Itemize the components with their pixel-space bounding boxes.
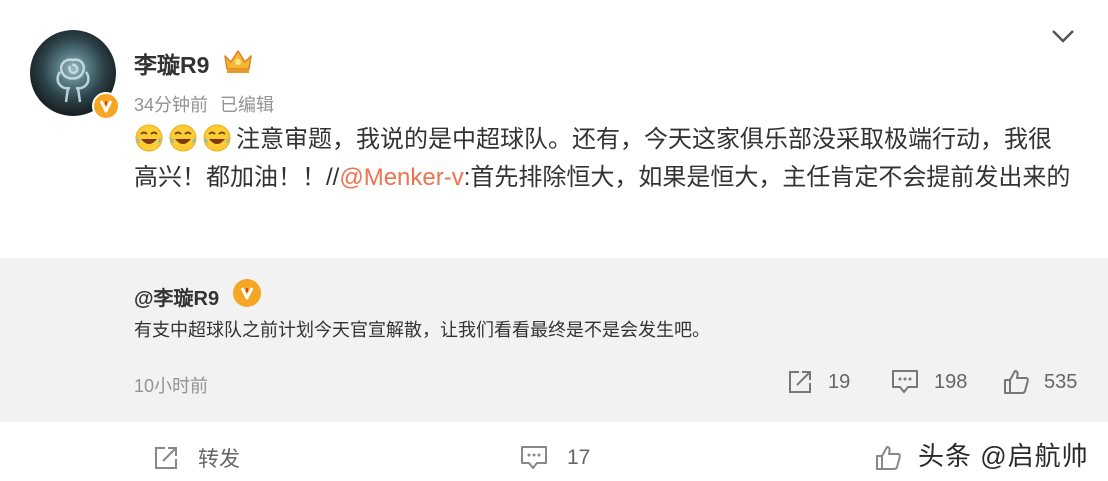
post-time[interactable]: 34分钟前: [134, 95, 208, 115]
member-crown-icon[interactable]: [222, 47, 254, 75]
verified-badge-icon: [233, 279, 261, 307]
watermark: 头条 @启航帅: [918, 441, 1089, 471]
share-button[interactable]: 转发: [152, 442, 240, 474]
thumbs-up-icon: [1004, 370, 1029, 394]
post-content: 注意审题，我说的是中超球队。还有，今天这家俱乐部没采取极端行动，我很高兴！都加油…: [134, 121, 1074, 197]
post-text-quoted: :首先排除恒大，如果是恒大，主任肯定不会提前发出来的: [463, 164, 1071, 191]
repost-author[interactable]: @李璇R9: [134, 282, 219, 311]
repost-time[interactable]: 10小时前: [134, 372, 208, 398]
comment-count: 17: [567, 446, 591, 469]
laugh-cry-emoji-icon: [168, 123, 198, 153]
repost-share-button[interactable]: 19: [786, 366, 850, 398]
repost-like-button[interactable]: 535: [1002, 366, 1077, 398]
repost-card[interactable]: @李璇R9 有支中超球队之前计划今天官宣解散，让我们看看最终是不是会发生吧。 1…: [0, 258, 1108, 422]
chevron-down-icon[interactable]: [1050, 27, 1076, 45]
repost-comment-count: 198: [934, 370, 968, 393]
post-meta: 34分钟前 已编辑: [134, 91, 274, 117]
verified-badge-icon: [92, 92, 120, 120]
thumbs-up-icon: [876, 446, 901, 470]
share-icon: [789, 371, 811, 393]
weibo-post: 李璇R9 34分钟前 已编辑 注意审题，我说的是中超球队。还有，今天这家俱乐部没采…: [0, 0, 1108, 481]
repost-share-count: 19: [828, 370, 851, 393]
share-label: 转发: [198, 448, 240, 471]
laugh-cry-emoji-icon: [202, 123, 232, 153]
repost-comment-button[interactable]: 198: [890, 366, 967, 398]
repost-like-count: 535: [1044, 370, 1078, 393]
share-icon: [155, 447, 177, 469]
avatar[interactable]: [30, 30, 120, 120]
laugh-cry-emoji-icon: [134, 123, 164, 153]
comment-button[interactable]: 17: [519, 442, 590, 474]
mention-link[interactable]: @Menker-v: [339, 164, 463, 191]
repost-text: 有支中超球队之前计划今天官宣解散，让我们看看最终是不是会发生吧。: [134, 320, 710, 340]
username[interactable]: 李璇R9: [134, 46, 209, 80]
edited-label[interactable]: 已编辑: [220, 95, 274, 115]
comment-icon: [892, 370, 918, 393]
like-button[interactable]: [874, 442, 920, 474]
comment-icon: [521, 446, 547, 469]
